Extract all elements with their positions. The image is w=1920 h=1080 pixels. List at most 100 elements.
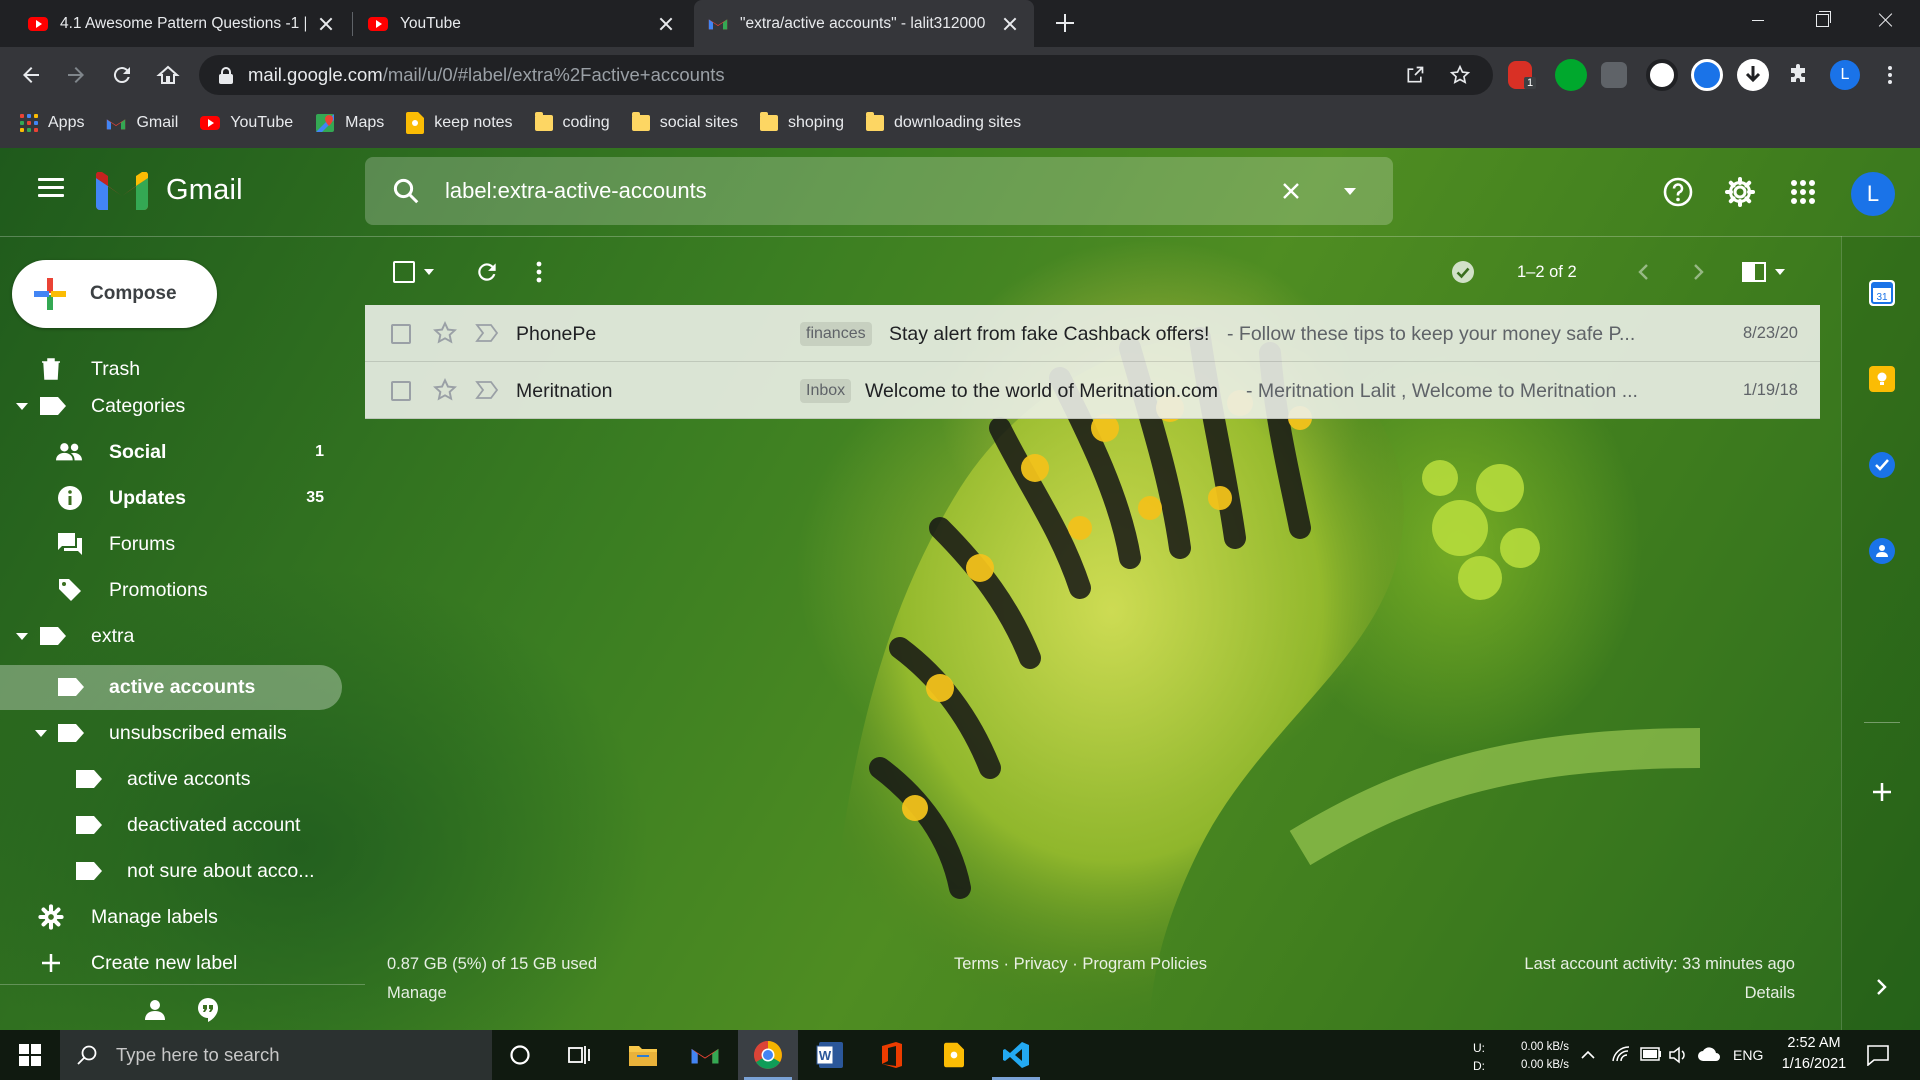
row-checkbox[interactable]	[391, 381, 411, 401]
contacts-icon[interactable]	[1869, 538, 1895, 564]
gmail-app-taskbar[interactable]	[675, 1030, 735, 1080]
wifi-icon[interactable]	[1611, 1044, 1631, 1064]
bookmark-keep-notes[interactable]: keep notes	[406, 112, 513, 134]
cortana-button[interactable]	[490, 1030, 550, 1080]
bookmark-folder-downloading-sites[interactable]: downloading sites	[865, 112, 1021, 132]
bookmark-youtube[interactable]: YouTube	[200, 114, 293, 132]
more-actions-button[interactable]	[533, 258, 545, 286]
bookmark-folder-shoping[interactable]: shoping	[759, 112, 844, 132]
home-button[interactable]	[150, 57, 186, 93]
open-in-app-icon[interactable]	[1405, 65, 1425, 85]
bookmark-apps[interactable]: Apps	[20, 114, 84, 132]
tab-pattern-questions[interactable]: 4.1 Awesome Pattern Questions -1 |	[14, 0, 350, 47]
sidebar-item-create-label[interactable]: Create new label	[0, 941, 342, 985]
settings-button[interactable]	[1724, 176, 1756, 208]
bookmark-star-icon[interactable]	[1449, 64, 1471, 86]
sidebar-item-deactivated-account[interactable]: deactivated account	[0, 803, 342, 847]
sidebar-item-extra[interactable]: extra	[0, 614, 342, 658]
search-options-caret-icon[interactable]	[1341, 183, 1359, 199]
newer-button[interactable]	[1631, 258, 1655, 286]
clear-search-icon[interactable]	[1279, 179, 1303, 203]
tab-gmail-active[interactable]: "extra/active accounts" - lalit312000	[694, 0, 1034, 47]
bookmark-gmail[interactable]: Gmail	[106, 114, 178, 132]
importance-marker-icon[interactable]	[475, 323, 499, 343]
star-icon[interactable]	[432, 320, 458, 346]
download-extension-icon[interactable]	[1737, 59, 1769, 91]
sidebar-item-unsubscribed-emails[interactable]: unsubscribed emails	[0, 711, 342, 755]
forward-button[interactable]	[58, 57, 94, 93]
notification-center-icon[interactable]	[1866, 1044, 1890, 1066]
sidebar-item-active-accounts[interactable]: active accounts	[0, 665, 342, 709]
star-icon[interactable]	[432, 377, 458, 403]
sidebar-item-forums[interactable]: Forums	[0, 522, 342, 566]
email-label-chip[interactable]: finances	[800, 322, 872, 346]
collapse-caret-icon[interactable]	[16, 633, 28, 640]
refresh-button[interactable]	[473, 258, 501, 286]
sidebar-item-social[interactable]: Social 1	[0, 430, 342, 474]
taskbar-search-box[interactable]: Type here to search	[60, 1030, 492, 1080]
close-tab-icon[interactable]	[316, 14, 336, 34]
wikiwand-extension-icon[interactable]	[1646, 59, 1678, 91]
footer-policy-links[interactable]: Terms · Privacy · Program Policies	[954, 955, 1207, 974]
email-row[interactable]: PhonePe finances Stay alert from fake Ca…	[365, 305, 1820, 362]
ublock-extension-icon[interactable]: 1	[1508, 61, 1537, 89]
keep-app-taskbar[interactable]	[924, 1030, 984, 1080]
bookmark-folder-coding[interactable]: coding	[534, 112, 610, 132]
google-apps-button[interactable]	[1787, 176, 1819, 208]
compose-button[interactable]: Compose	[12, 260, 217, 328]
vscode-app-taskbar[interactable]	[986, 1030, 1046, 1080]
email-label-chip[interactable]: Inbox	[800, 379, 852, 403]
extensions-puzzle-icon[interactable]	[1786, 63, 1810, 87]
search-input[interactable]	[445, 178, 1265, 204]
account-avatar[interactable]: L	[1851, 172, 1895, 216]
collapse-caret-icon[interactable]	[35, 730, 47, 737]
sidebar-item-not-sure-about-account[interactable]: not sure about acco...	[0, 849, 342, 893]
minimize-window-button[interactable]	[1728, 0, 1788, 40]
word-app-taskbar[interactable]: W	[800, 1030, 860, 1080]
evernote-extension-icon[interactable]	[1555, 59, 1587, 91]
chevron-up-icon[interactable]	[1580, 1048, 1596, 1060]
new-tab-button[interactable]	[1052, 10, 1078, 36]
input-language[interactable]: ENG	[1733, 1047, 1763, 1063]
select-all-checkbox[interactable]	[390, 258, 438, 286]
sidebar-item-active-acconts[interactable]: active acconts	[0, 757, 342, 801]
onedrive-cloud-icon[interactable]	[1697, 1045, 1721, 1063]
manage-storage-link[interactable]: Manage	[387, 984, 447, 1003]
split-pane-toggle[interactable]	[1739, 258, 1789, 286]
hide-side-panel-button[interactable]	[1869, 974, 1895, 1000]
clock-date[interactable]: 1/16/2021	[1774, 1056, 1854, 1072]
extension-icon[interactable]	[1601, 62, 1627, 88]
activity-details-link[interactable]: Details	[1745, 984, 1795, 1003]
file-explorer-app[interactable]	[613, 1030, 673, 1080]
sidebar-item-promotions[interactable]: Promotions	[0, 568, 342, 612]
address-bar[interactable]: mail.google.com/mail/u/0/#label/extra%2F…	[199, 55, 1493, 95]
sidebar-item-categories[interactable]: Categories	[0, 384, 342, 428]
sidebar-item-updates[interactable]: Updates 35	[0, 476, 342, 520]
calendar-icon[interactable]: 31	[1869, 280, 1895, 306]
collapse-caret-icon[interactable]	[16, 403, 28, 410]
tab-youtube[interactable]: YouTube	[354, 0, 690, 47]
chrome-profile-avatar[interactable]: L	[1830, 60, 1860, 90]
older-button[interactable]	[1687, 258, 1711, 286]
battery-icon[interactable]	[1640, 1047, 1662, 1061]
person-icon[interactable]	[143, 998, 167, 1022]
sync-status-button[interactable]	[1449, 258, 1477, 286]
restore-window-button[interactable]	[1792, 0, 1852, 40]
reload-button[interactable]	[104, 57, 140, 93]
main-menu-icon[interactable]	[38, 178, 64, 198]
gmail-logo-icon[interactable]	[96, 172, 148, 210]
bookmark-maps[interactable]: Maps	[315, 113, 384, 133]
search-icon[interactable]	[391, 176, 421, 206]
chrome-app-taskbar[interactable]	[738, 1030, 798, 1080]
keep-icon[interactable]	[1869, 366, 1895, 392]
hangouts-icon[interactable]	[196, 997, 220, 1023]
close-tab-icon[interactable]	[656, 14, 676, 34]
sync-extension-icon[interactable]	[1691, 59, 1723, 91]
close-tab-icon[interactable]	[1000, 14, 1020, 34]
row-checkbox[interactable]	[391, 324, 411, 344]
tasks-icon[interactable]	[1869, 452, 1895, 478]
chrome-menu-icon[interactable]	[1880, 63, 1900, 87]
importance-marker-icon[interactable]	[475, 380, 499, 400]
volume-icon[interactable]	[1668, 1045, 1690, 1065]
back-button[interactable]	[13, 57, 49, 93]
